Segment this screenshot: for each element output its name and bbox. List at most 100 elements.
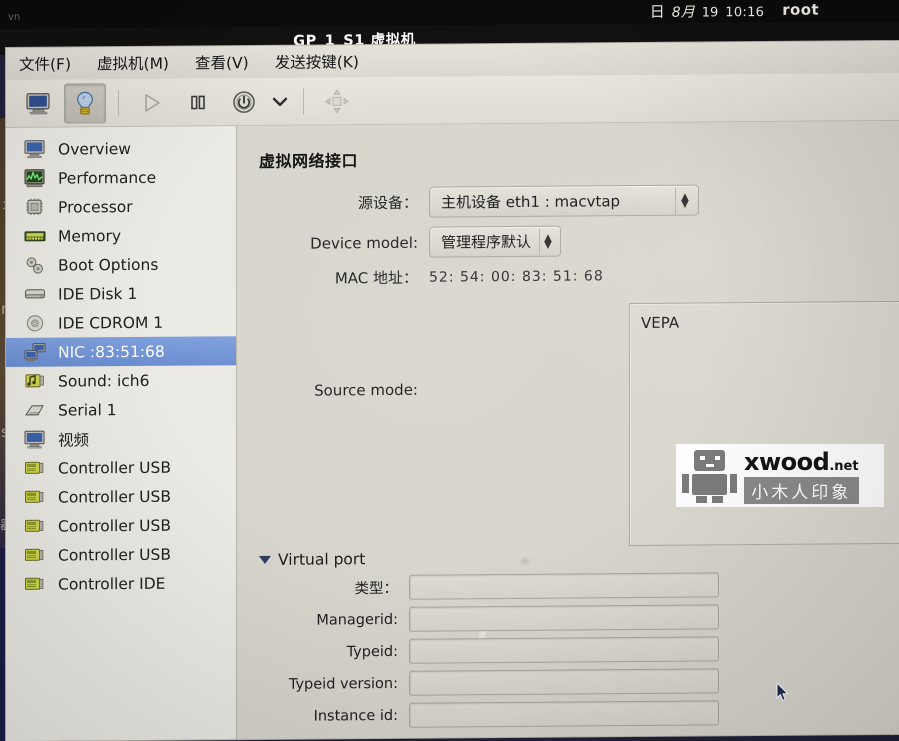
lightbulb-details-icon (77, 91, 93, 114)
device-model-combobox[interactable]: 管理程序默认 ▲ ▼ (429, 225, 561, 258)
virtual-port-type-label: 类型： (354, 580, 399, 598)
watermark-tld: .net (829, 458, 859, 474)
chevron-down-icon (272, 97, 288, 106)
hardware-list-sidebar[interactable]: Overview Performance Processor Memory Bo… (6, 126, 237, 741)
clock-date: 19 (701, 4, 719, 20)
sidebar-item-processor[interactable]: Processor (6, 191, 236, 222)
shutdown-menu-button[interactable] (269, 82, 291, 120)
virtual-port-expander[interactable]: Virtual port (259, 550, 365, 569)
device-model-row: Device model: 管理程序默认 ▲ ▼ (259, 223, 899, 259)
sidebar-item-label: Overview (58, 139, 131, 159)
source-device-combobox[interactable]: 主机设备 eth1 : macvtap ▲ ▼ (429, 184, 699, 218)
show-console-button[interactable] (18, 83, 60, 123)
toolbar-separator-1 (118, 89, 119, 116)
sidebar-item-controller-usb-2[interactable]: Controller USB (6, 481, 236, 512)
virtual-port-instance-id-label: Instance id: (313, 707, 398, 725)
play-icon (145, 93, 160, 112)
sidebar-item-label: IDE CDROM 1 (58, 313, 164, 333)
virtual-port-typeid-row: Typeid: (237, 635, 899, 665)
virtual-port-managerid-input[interactable] (409, 604, 719, 632)
sidebar-item-label: Processor (58, 197, 133, 217)
serial-port-icon (24, 401, 46, 420)
device-model-value: 管理程序默认 (441, 232, 532, 252)
sidebar-item-controller-usb-4[interactable]: Controller USB (6, 539, 236, 570)
source-device-label: 源设备： (357, 193, 418, 213)
shutdown-button[interactable] (223, 81, 265, 121)
menu-view[interactable]: 查看(V) (192, 49, 252, 75)
sidebar-item-memory[interactable]: Memory (6, 220, 236, 251)
mouse-cursor (776, 681, 789, 702)
virtual-port-typeid-version-row: Typeid version: (237, 667, 899, 697)
sidebar-item-controller-ide[interactable]: Controller IDE (6, 568, 236, 599)
sidebar-item-ide-cdrom-1[interactable]: IDE CDROM 1 (6, 307, 236, 338)
virtual-port-managerid-label: Managerid: (316, 611, 398, 629)
sidebar-item-performance[interactable]: Performance (6, 162, 236, 193)
sidebar-item-label: Controller USB (58, 458, 171, 478)
chevron-up-down-icon: ▲ ▼ (675, 187, 694, 214)
sound-card-icon (24, 372, 46, 391)
virtual-port-type-row: 类型： (237, 571, 899, 601)
sidebar-item-label: Controller USB (58, 516, 171, 536)
virtual-port-instance-id-input[interactable] (409, 700, 719, 728)
sidebar-item-label: Controller IDE (58, 574, 166, 594)
menu-virtual-machine[interactable]: 虚拟机(M) (94, 50, 172, 77)
sidebar-item-controller-usb-1[interactable]: Controller USB (6, 452, 236, 483)
network-card-icon (24, 343, 46, 362)
sidebar-item-label: NIC :83:51:68 (58, 342, 165, 362)
toolbar-separator-2 (303, 88, 304, 115)
chevron-up-down-icon: ▲ ▼ (539, 228, 556, 255)
source-mode-label: Source mode: (314, 380, 418, 400)
sidebar-item-label: 视频 (58, 430, 90, 450)
sidebar-item-label: Controller USB (58, 545, 171, 565)
sidebar-item-serial-1[interactable]: Serial 1 (6, 394, 236, 425)
monitor-icon (24, 140, 46, 159)
device-model-label: Device model: (310, 233, 418, 253)
virtual-port-instance-id-row: Instance id: (237, 699, 899, 729)
controller-card-icon (24, 488, 46, 507)
sidebar-item-nic[interactable]: NIC :83:51:68 (6, 336, 236, 367)
source-mode-value[interactable]: VEPA (641, 314, 679, 332)
sidebar-item-overview[interactable]: Overview (6, 133, 236, 164)
sidebar-item-sound[interactable]: Sound: ich6 (6, 365, 236, 396)
sidebar-item-controller-usb-3[interactable]: Controller USB (6, 510, 236, 541)
virtual-port-managerid-row: Managerid: (237, 603, 899, 633)
clock-month: 8月 (671, 4, 695, 21)
virtual-port-typeid-version-label: Typeid version: (288, 675, 398, 693)
source-mode-listbox[interactable]: VEPA (629, 299, 899, 547)
source-device-row: 源设备： 主机设备 eth1 : macvtap ▲ ▼ (259, 183, 899, 219)
sidebar-item-label: Performance (58, 168, 157, 188)
pause-button[interactable] (177, 82, 219, 122)
virtual-port-typeid-input[interactable] (409, 636, 719, 664)
photo-smudge-1 (519, 555, 531, 566)
clock-time: 10:16 (725, 4, 765, 20)
menu-file[interactable]: 文件(F) (16, 50, 74, 76)
triangle-down-icon (259, 555, 271, 565)
sidebar-item-video[interactable]: 视频 (6, 423, 236, 454)
panel-user-menu[interactable]: root (782, 1, 819, 19)
clock-weekday: 日 (649, 2, 665, 21)
virtual-port-type-input[interactable] (409, 572, 719, 600)
sidebar-item-label: Controller USB (58, 487, 171, 507)
robot-icon (682, 449, 738, 503)
sidebar-item-ide-disk-1[interactable]: IDE Disk 1 (6, 278, 236, 309)
screenshot-root: > n s 器 vn 日 8月 19 10:16 root GP_1_S1 虚拟… (0, 0, 899, 741)
fullscreen-icon (324, 88, 350, 114)
menu-send-key[interactable]: 发送按键(K) (272, 48, 362, 75)
panel-ghost-text: vn (8, 11, 21, 23)
controller-card-icon (24, 517, 46, 536)
virtual-port-typeid-label: Typeid: (346, 643, 398, 660)
watermark-text: xwood .net 小木人印象 (744, 448, 859, 504)
virtual-port-typeid-version-input[interactable] (409, 668, 719, 696)
show-hardware-details-button[interactable] (64, 82, 106, 124)
watermark-subtitle: 小木人印象 (744, 476, 859, 504)
virtual-port-fields: 类型： Managerid: Typeid: Typeid version: I… (237, 571, 899, 736)
fullscreen-button[interactable] (316, 81, 358, 121)
run-button[interactable] (131, 82, 173, 122)
monitor-icon (26, 92, 50, 114)
performance-graph-icon (24, 169, 46, 188)
video-icon (24, 430, 46, 449)
panel-clock[interactable]: 日 8月 19 10:16 (650, 0, 764, 21)
page-title: 虚拟网络接口 (259, 151, 359, 172)
sidebar-item-boot-options[interactable]: Boot Options (6, 249, 236, 280)
window-body: Overview Performance Processor Memory Bo… (6, 120, 899, 741)
